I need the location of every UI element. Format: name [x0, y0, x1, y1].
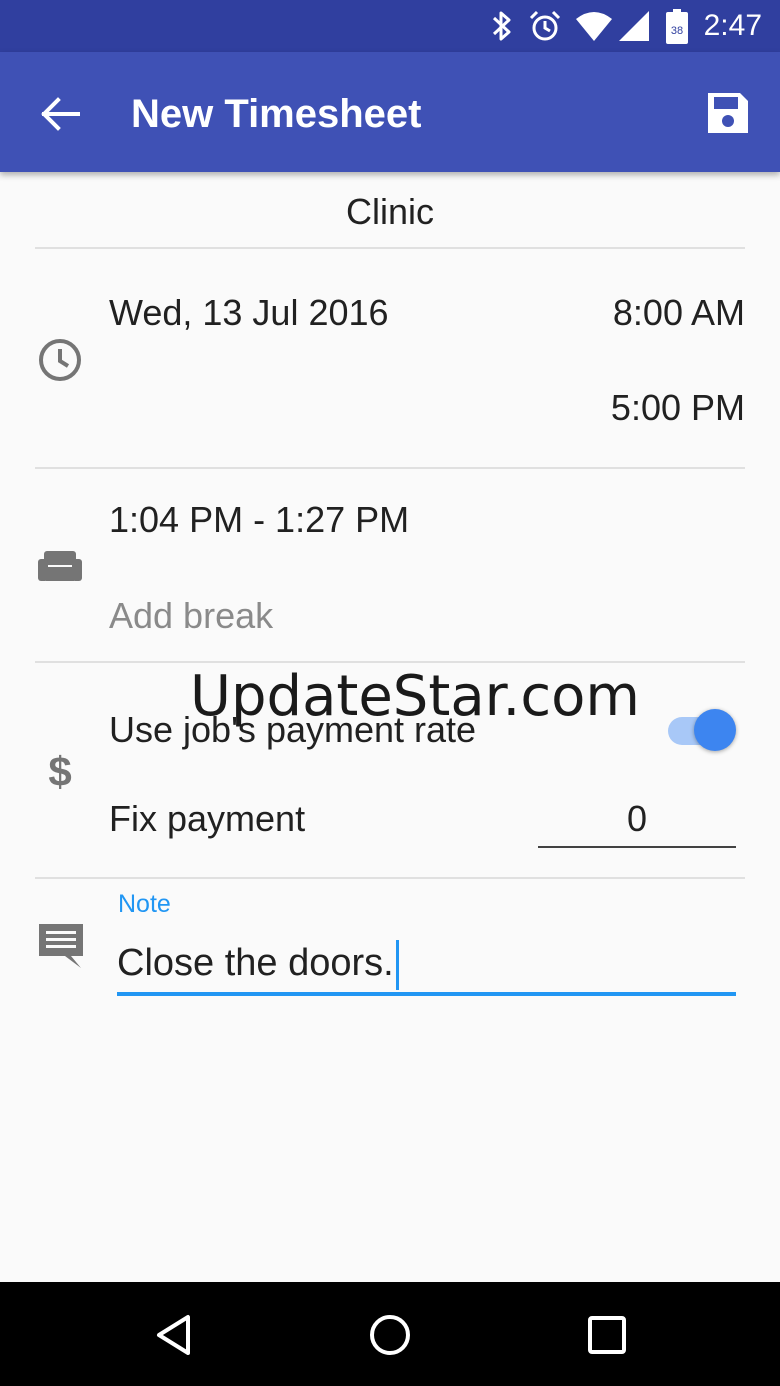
back-triangle-icon[interactable] — [152, 1312, 198, 1358]
divider — [35, 661, 745, 663]
bluetooth-icon — [492, 11, 511, 41]
text-cursor — [395, 939, 399, 990]
start-time-field[interactable]: 8:00 AM — [613, 291, 745, 335]
date-field[interactable]: Wed, 13 Jul 2016 — [109, 291, 389, 335]
arrow-back-icon[interactable] — [38, 92, 82, 136]
signal-icon — [619, 11, 649, 41]
status-bar: 38 2:47 — [0, 0, 780, 52]
home-circle-icon[interactable] — [367, 1312, 413, 1358]
add-break-button[interactable]: Add break — [109, 594, 273, 638]
app-bar: New Timesheet — [0, 52, 780, 172]
job-name[interactable]: Clinic — [0, 190, 780, 234]
fix-payment-label: Fix payment — [109, 798, 306, 839]
system-nav-bar — [0, 1282, 780, 1386]
comment-icon — [39, 924, 83, 968]
note-input[interactable]: Close the doors. — [117, 934, 736, 996]
toggle-thumb — [694, 709, 736, 751]
divider — [35, 467, 745, 469]
note-label: Note — [118, 890, 171, 918]
svg-text:38: 38 — [671, 25, 683, 37]
break-range[interactable]: 1:04 PM - 1:27 PM — [109, 498, 409, 542]
save-icon[interactable] — [704, 89, 752, 137]
dollar-icon: $ — [48, 748, 71, 794]
divider — [35, 877, 745, 879]
note-text: Close the doors. — [117, 942, 394, 984]
end-time-field[interactable]: 5:00 PM — [611, 386, 745, 430]
wifi-icon — [576, 12, 612, 41]
sofa-icon — [38, 551, 82, 581]
fix-payment-input[interactable]: 0 — [538, 794, 736, 848]
watermark: UpdateStar.com — [190, 664, 640, 729]
page-title: New Timesheet — [131, 92, 422, 136]
divider — [35, 247, 745, 249]
status-time: 2:47 — [703, 9, 762, 42]
clock-icon — [39, 339, 81, 381]
battery-icon: 38 — [666, 9, 688, 44]
recents-square-icon[interactable] — [584, 1312, 630, 1358]
alarm-icon — [529, 10, 561, 41]
svg-text:$: $ — [48, 748, 71, 794]
use-job-rate-toggle[interactable] — [668, 705, 740, 753]
